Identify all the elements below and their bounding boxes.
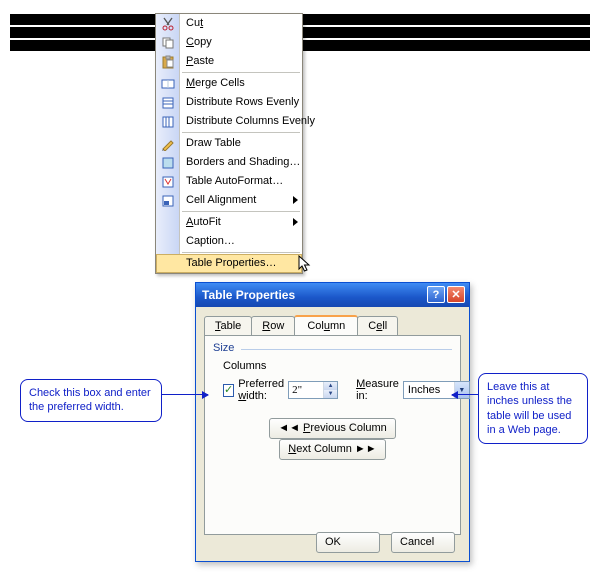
menu-item[interactable]: Draw Table — [156, 134, 302, 153]
paste-icon — [160, 54, 176, 69]
callout-right: Leave this at inches unless the table wi… — [478, 373, 588, 444]
menu-item[interactable]: Merge Cells — [156, 74, 302, 93]
merge-icon — [160, 76, 176, 91]
draw-icon — [160, 136, 176, 151]
tab-page-column: Size Columns ✓ Preferred width: ▲▼ Measu… — [204, 335, 461, 535]
tab-row[interactable]: Row — [251, 316, 295, 335]
dialog-title: Table Properties — [202, 288, 295, 302]
menu-item[interactable]: Caption… — [156, 232, 302, 251]
submenu-arrow-icon — [293, 196, 298, 204]
menu-item-label: Distribute Columns Evenly — [186, 115, 315, 127]
menu-item[interactable]: Cut — [156, 14, 302, 33]
close-button[interactable]: ✕ — [447, 286, 465, 303]
menu-item-label: Distribute Rows Evenly — [186, 96, 299, 108]
menu-item[interactable]: Distribute Rows Evenly — [156, 93, 302, 112]
spin-up-icon[interactable]: ▲ — [324, 382, 337, 390]
menu-separator — [182, 252, 300, 253]
menu-item-label: Caption… — [186, 235, 235, 247]
menu-separator — [182, 211, 300, 212]
menu-item-label: AutoFit — [186, 216, 221, 228]
dist-cols-icon — [160, 114, 176, 129]
cancel-button[interactable]: Cancel — [391, 532, 455, 553]
menu-item-label: Merge Cells — [186, 77, 245, 89]
tab-cell[interactable]: Cell — [357, 316, 398, 335]
group-size: Size — [213, 342, 452, 354]
preferred-width-spinner[interactable]: ▲▼ — [288, 381, 338, 399]
menu-item[interactable]: Table Properties… — [156, 254, 302, 273]
dialog-titlebar[interactable]: Table Properties ? ✕ — [196, 283, 469, 307]
cut-icon — [160, 16, 176, 31]
table-properties-dialog: Table Properties ? ✕ Table Row Column Ce… — [195, 282, 470, 562]
subgroup-columns: Columns — [223, 360, 452, 372]
menu-item[interactable]: Cell Alignment — [156, 191, 302, 210]
measure-in-value: Inches — [408, 384, 454, 396]
measure-in-label: Measure in: — [356, 378, 399, 402]
menu-item-label: Paste — [186, 55, 214, 67]
next-column-button[interactable]: Next Column ►► — [279, 439, 385, 460]
blank-icon — [160, 215, 176, 230]
preferred-width-label: Preferred width: — [238, 378, 284, 402]
menu-item-label: Borders and Shading… — [186, 156, 300, 168]
blank-icon — [161, 257, 177, 272]
menu-item-label: Table Properties… — [186, 257, 277, 269]
menu-item[interactable]: Copy — [156, 33, 302, 52]
dist-rows-icon — [160, 95, 176, 110]
callout-right-arrow — [452, 394, 478, 395]
menu-item-label: Cell Alignment — [186, 194, 256, 206]
autoformat-icon — [160, 174, 176, 189]
menu-item-label: Table AutoFormat… — [186, 175, 283, 187]
callout-left: Check this box and enter the preferred w… — [20, 379, 162, 422]
menu-separator — [182, 72, 300, 73]
dialog-tabs: Table Row Column Cell — [204, 315, 461, 335]
submenu-arrow-icon — [293, 218, 298, 226]
tab-table[interactable]: Table — [204, 316, 252, 335]
menu-item[interactable]: Paste — [156, 52, 302, 71]
menu-item-label: Draw Table — [186, 137, 241, 149]
menu-item[interactable]: Borders and Shading… — [156, 153, 302, 172]
menu-item[interactable]: Distribute Columns Evenly — [156, 112, 302, 131]
spin-down-icon[interactable]: ▼ — [324, 390, 337, 398]
callout-left-arrow — [162, 394, 208, 395]
menu-separator — [182, 132, 300, 133]
tab-column[interactable]: Column — [294, 315, 358, 335]
help-button[interactable]: ? — [427, 286, 445, 303]
menu-item-label: Cut — [186, 17, 203, 29]
previous-column-button[interactable]: ◄◄ Previous Column — [269, 418, 396, 439]
menu-item[interactable]: AutoFit — [156, 213, 302, 232]
copy-icon — [160, 35, 176, 50]
ok-button[interactable]: OK — [316, 532, 380, 553]
borders-icon — [160, 155, 176, 170]
menu-item-label: Copy — [186, 36, 212, 48]
align-icon — [160, 193, 176, 208]
preferred-width-checkbox[interactable]: ✓ — [223, 384, 234, 397]
preferred-width-input[interactable] — [289, 382, 323, 398]
context-menu: Cut Copy Paste Merge Cells Distribute Rows E… — [155, 13, 303, 274]
blank-icon — [160, 234, 176, 249]
measure-in-select[interactable]: Inches ▼ — [403, 381, 470, 399]
menu-item[interactable]: Table AutoFormat… — [156, 172, 302, 191]
